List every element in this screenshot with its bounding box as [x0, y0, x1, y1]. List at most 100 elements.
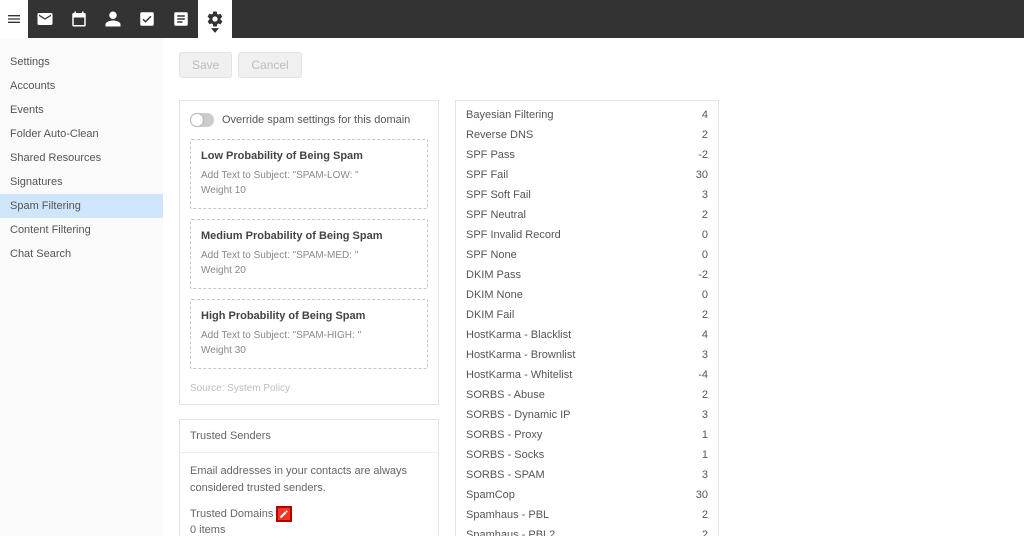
override-toggle[interactable]	[190, 113, 214, 127]
topbar	[0, 0, 1024, 38]
score-row[interactable]: SPF Neutral2	[456, 205, 718, 225]
score-name: SPF Soft Fail	[466, 189, 531, 201]
score-name: Spamhaus - PBL2	[466, 529, 555, 536]
score-name: SPF Invalid Record	[466, 229, 561, 241]
score-row[interactable]: SPF Pass-2	[456, 145, 718, 165]
score-name: DKIM Pass	[466, 269, 521, 281]
probability-card[interactable]: Medium Probability of Being Spam Add Text…	[190, 219, 428, 289]
probability-weight: Weight 30	[201, 343, 417, 358]
score-row[interactable]: SPF None0	[456, 245, 718, 265]
calendar-icon[interactable]	[62, 0, 96, 38]
probability-weight: Weight 20	[201, 263, 417, 278]
score-row[interactable]: SpamCop 30	[456, 485, 718, 505]
score-name: SpamCop	[466, 489, 515, 501]
score-row[interactable]: SORBS - Proxy 1	[456, 425, 718, 445]
score-value: 2	[702, 509, 708, 521]
probability-title: Medium Probability of Being Spam	[201, 230, 417, 242]
spam-score-list: Bayesian Filtering4Reverse DNS2SPF Pass-…	[455, 100, 719, 536]
score-name: SORBS - Abuse	[466, 389, 545, 401]
score-row[interactable]: DKIM None 0	[456, 285, 718, 305]
sidebar-item[interactable]: Settings	[0, 50, 163, 74]
score-row[interactable]: SORBS - Abuse2	[456, 385, 718, 405]
score-value: -2	[698, 269, 708, 281]
score-value: 2	[702, 309, 708, 321]
trusted-senders-title: Trusted Senders	[180, 420, 438, 453]
score-row[interactable]: HostKarma - Whitelist-4	[456, 365, 718, 385]
probability-title: High Probability of Being Spam	[201, 310, 417, 322]
probability-subject: Add Text to Subject: "SPAM-MED: "	[201, 248, 417, 263]
override-label: Override spam settings for this domain	[222, 114, 410, 126]
sidebar-item[interactable]: Accounts	[0, 74, 163, 98]
score-name: HostKarma - Brownlist	[466, 349, 575, 361]
trusted-domains-label: Trusted Domains	[190, 508, 273, 520]
score-name: Bayesian Filtering	[466, 109, 553, 121]
score-value: 2	[702, 129, 708, 141]
probability-weight: Weight 10	[201, 183, 417, 198]
sidebar-item[interactable]: Shared Resources	[0, 146, 163, 170]
score-name: SORBS - Proxy	[466, 429, 542, 441]
score-row[interactable]: Reverse DNS 2	[456, 125, 718, 145]
cancel-button[interactable]: Cancel	[238, 52, 301, 78]
edit-trusted-domains-button[interactable]	[276, 506, 292, 522]
sidebar-item[interactable]: Folder Auto-Clean	[0, 122, 163, 146]
menu-icon[interactable]	[0, 0, 28, 38]
score-name: DKIM Fail	[466, 309, 514, 321]
score-name: SPF Fail	[466, 169, 508, 181]
score-name: SPF None	[466, 249, 517, 261]
score-value: 3	[702, 469, 708, 481]
spam-actions-panel: Override spam settings for this domain L…	[179, 100, 439, 405]
mail-icon[interactable]	[28, 0, 62, 38]
score-name: SPF Neutral	[466, 209, 526, 221]
sidebar: SettingsAccountsEventsFolder Auto-CleanS…	[0, 38, 163, 536]
probability-subject: Add Text to Subject: "SPAM-HIGH: "	[201, 328, 417, 343]
score-value: 0	[702, 289, 708, 301]
settings-icon[interactable]	[198, 0, 232, 38]
score-row[interactable]: SORBS - Dynamic IP3	[456, 405, 718, 425]
notes-icon[interactable]	[164, 0, 198, 38]
score-value: 0	[702, 229, 708, 241]
trusted-domains-count: 0 items	[190, 524, 428, 536]
score-name: HostKarma - Blacklist	[466, 329, 571, 341]
score-row[interactable]: SPF Fail 30	[456, 165, 718, 185]
score-row[interactable]: SORBS - SPAM3	[456, 465, 718, 485]
probability-card[interactable]: High Probability of Being Spam Add Text t…	[190, 299, 428, 369]
score-row[interactable]: HostKarma - Brownlist 3	[456, 345, 718, 365]
sidebar-item[interactable]: Events	[0, 98, 163, 122]
score-name: DKIM None	[466, 289, 523, 301]
score-row[interactable]: HostKarma - Blacklist 4	[456, 325, 718, 345]
score-row[interactable]: DKIM Pass -2	[456, 265, 718, 285]
score-value: 30	[696, 489, 708, 501]
score-name: Spamhaus - PBL	[466, 509, 549, 521]
score-row[interactable]: SORBS - Socks1	[456, 445, 718, 465]
score-value: 3	[702, 349, 708, 361]
sidebar-item[interactable]: Spam Filtering	[0, 194, 163, 218]
score-row[interactable]: Spamhaus - PBL22	[456, 525, 718, 536]
probability-subject: Add Text to Subject: "SPAM-LOW: "	[201, 168, 417, 183]
score-row[interactable]: Bayesian Filtering4	[456, 105, 718, 125]
score-value: -4	[698, 369, 708, 381]
score-name: SORBS - Dynamic IP	[466, 409, 571, 421]
contacts-icon[interactable]	[96, 0, 130, 38]
score-row[interactable]: Spamhaus - PBL 2	[456, 505, 718, 525]
save-button[interactable]: Save	[179, 52, 232, 78]
source-line: Source: System Policy	[180, 379, 438, 404]
probability-title: Low Probability of Being Spam	[201, 150, 417, 162]
score-value: 30	[696, 169, 708, 181]
score-value: 3	[702, 189, 708, 201]
score-name: SPF Pass	[466, 149, 515, 161]
trusted-senders-panel: Trusted Senders Email addresses in your …	[179, 419, 439, 536]
chevron-down-icon	[211, 22, 219, 36]
score-row[interactable]: DKIM Fail 2	[456, 305, 718, 325]
sidebar-item[interactable]: Signatures	[0, 170, 163, 194]
sidebar-item[interactable]: Chat Search	[0, 242, 163, 266]
score-value: 4	[702, 329, 708, 341]
tasks-icon[interactable]	[130, 0, 164, 38]
score-row[interactable]: SPF Soft Fail 3	[456, 185, 718, 205]
score-name: Reverse DNS	[466, 129, 533, 141]
main-content: Save Cancel Override spam settings for t…	[163, 38, 1024, 536]
probability-card[interactable]: Low Probability of Being Spam Add Text to…	[190, 139, 428, 209]
trusted-senders-hint: Email addresses in your contacts are alw…	[190, 463, 428, 496]
score-value: 1	[702, 429, 708, 441]
score-row[interactable]: SPF Invalid Record 0	[456, 225, 718, 245]
sidebar-item[interactable]: Content Filtering	[0, 218, 163, 242]
